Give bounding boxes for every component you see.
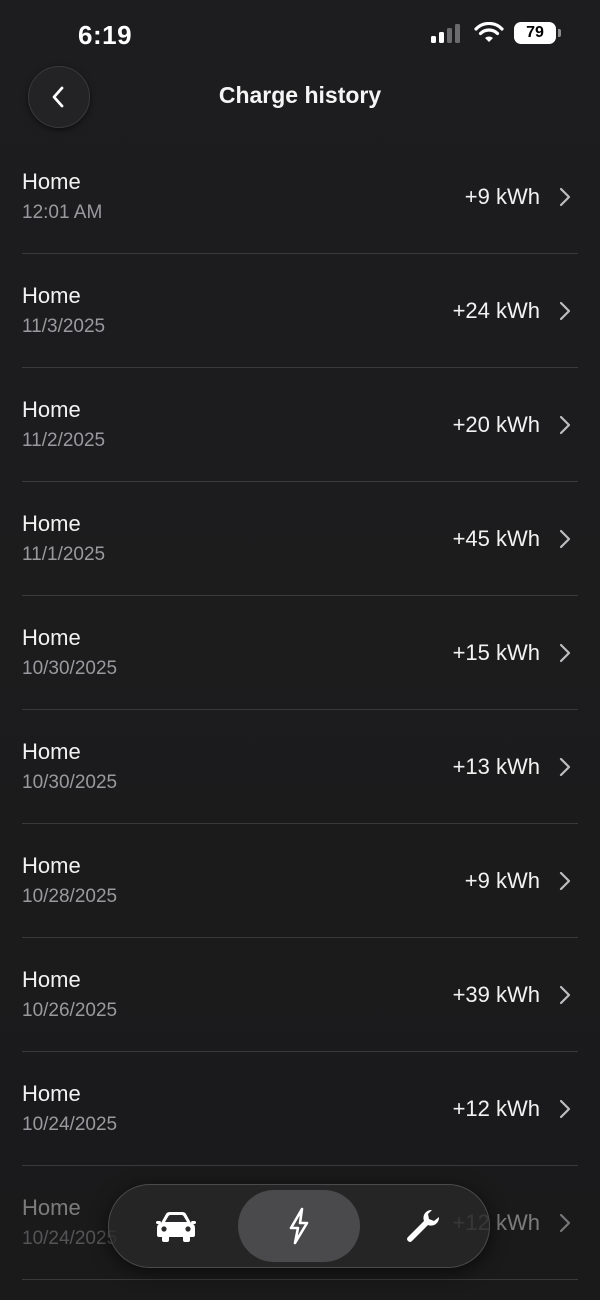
row-energy: +9 kWh bbox=[464, 867, 540, 893]
row-location: Home bbox=[22, 625, 81, 650]
row-date: 10/26/2025 bbox=[22, 1000, 118, 1021]
chevron-right-icon bbox=[559, 871, 571, 890]
charge-history-list: Home 12:01 AM +9 kWh Home 11/3/2025 +24 … bbox=[22, 140, 578, 1280]
history-row[interactable]: Home 10/28/2025 +9 kWh bbox=[22, 824, 578, 938]
tab-vehicle[interactable] bbox=[115, 1190, 238, 1262]
row-energy: +24 kWh bbox=[452, 297, 540, 323]
row-date: 11/2/2025 bbox=[22, 430, 106, 451]
row-energy: +12 kWh bbox=[452, 1095, 540, 1121]
row-date: 10/28/2025 bbox=[22, 886, 118, 907]
row-location: Home bbox=[22, 283, 81, 308]
chevron-right-icon bbox=[559, 757, 571, 776]
chevron-right-icon bbox=[559, 529, 571, 548]
row-date: 10/30/2025 bbox=[22, 658, 118, 679]
row-energy: +15 kWh bbox=[452, 639, 540, 665]
row-location: Home bbox=[22, 739, 81, 764]
signal-icon bbox=[431, 24, 460, 43]
row-date: 11/3/2025 bbox=[22, 316, 106, 337]
header: Charge history bbox=[0, 66, 600, 130]
history-row[interactable]: Home 11/2/2025 +20 kWh bbox=[22, 368, 578, 482]
history-row[interactable]: Home 10/24/2025 +12 kWh bbox=[22, 1052, 578, 1166]
row-location: Home bbox=[22, 967, 81, 992]
chevron-right-icon bbox=[559, 643, 571, 662]
lightning-icon bbox=[289, 1207, 309, 1245]
chevron-right-icon bbox=[559, 301, 571, 320]
row-date: 10/30/2025 bbox=[22, 772, 118, 793]
wrench-icon bbox=[406, 1209, 439, 1242]
tab-service[interactable] bbox=[360, 1190, 483, 1262]
row-energy: +9 kWh bbox=[464, 183, 540, 209]
status-bar: 6:19 79 bbox=[0, 0, 600, 64]
row-energy: +39 kWh bbox=[452, 981, 540, 1007]
history-row[interactable]: Home 10/30/2025 +15 kWh bbox=[22, 596, 578, 710]
row-location: Home bbox=[22, 1195, 81, 1220]
battery-icon: 79 bbox=[514, 22, 561, 44]
row-date: 10/24/2025 bbox=[22, 1228, 118, 1249]
battery-level: 79 bbox=[526, 24, 544, 41]
wifi-icon bbox=[474, 22, 504, 42]
chevron-right-icon bbox=[559, 1099, 571, 1118]
bottom-tab-bar bbox=[108, 1184, 490, 1268]
row-location: Home bbox=[22, 1081, 81, 1106]
row-energy: +45 kWh bbox=[452, 525, 540, 551]
history-row[interactable]: Home 10/30/2025 +13 kWh bbox=[22, 710, 578, 824]
row-location: Home bbox=[22, 853, 81, 878]
status-time: 6:19 bbox=[78, 20, 133, 50]
chevron-right-icon bbox=[559, 415, 571, 434]
row-energy: +20 kWh bbox=[452, 411, 540, 437]
row-date: 10/24/2025 bbox=[22, 1114, 118, 1135]
history-row[interactable]: Home 12:01 AM +9 kWh bbox=[22, 140, 578, 254]
chevron-right-icon bbox=[559, 187, 571, 206]
row-date: 11/1/2025 bbox=[22, 544, 106, 565]
row-location: Home bbox=[22, 511, 81, 536]
history-row[interactable]: Home 11/1/2025 +45 kWh bbox=[22, 482, 578, 596]
row-date: 12:01 AM bbox=[22, 202, 103, 223]
chevron-right-icon bbox=[559, 985, 571, 1004]
history-row[interactable]: Home 11/3/2025 +24 kWh bbox=[22, 254, 578, 368]
chevron-right-icon bbox=[559, 1213, 571, 1232]
row-location: Home bbox=[22, 169, 81, 194]
history-row[interactable]: Home 10/26/2025 +39 kWh bbox=[22, 938, 578, 1052]
row-energy: +13 kWh bbox=[452, 753, 540, 779]
page-title: Charge history bbox=[218, 82, 382, 108]
row-location: Home bbox=[22, 397, 81, 422]
tab-charging[interactable] bbox=[237, 1190, 361, 1262]
car-icon bbox=[156, 1212, 197, 1242]
status-icons: 79 bbox=[430, 22, 561, 44]
